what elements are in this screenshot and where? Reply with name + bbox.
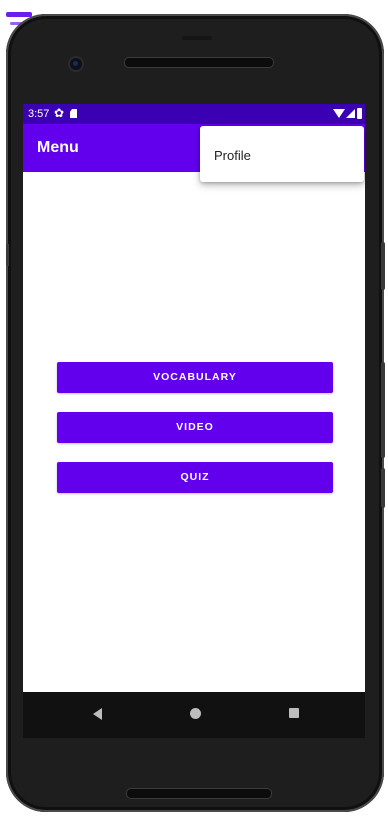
- overflow-menu: Profile: [200, 126, 364, 182]
- sd-card-icon: [70, 109, 77, 118]
- navigation-bar: [23, 692, 365, 738]
- home-icon[interactable]: [190, 708, 201, 719]
- wifi-icon: [333, 109, 345, 118]
- proximity-sensor: [182, 36, 212, 40]
- video-button[interactable]: VIDEO: [57, 412, 333, 443]
- side-button: [381, 468, 385, 508]
- left-side-button: [6, 244, 9, 266]
- battery-icon: [357, 108, 362, 119]
- device-screen: 3:57 ✿ Menu Profile VOCABULARY VIDEO QUI…: [23, 104, 365, 692]
- app-title: Menu: [37, 139, 79, 156]
- status-bar: 3:57 ✿: [23, 104, 365, 124]
- signal-icon: [346, 109, 355, 118]
- power-button: [381, 242, 385, 290]
- quiz-button[interactable]: QUIZ: [57, 462, 333, 493]
- back-icon[interactable]: [93, 708, 102, 720]
- status-time: 3:57: [28, 108, 50, 120]
- gear-icon: ✿: [54, 106, 65, 120]
- stage: 3:57 ✿ Menu Profile VOCABULARY VIDEO QUI…: [0, 0, 388, 816]
- volume-button: [381, 362, 385, 458]
- earpiece-speaker: [124, 57, 274, 68]
- front-camera-icon: [70, 58, 82, 70]
- bottom-speaker: [126, 788, 272, 799]
- vocabulary-button[interactable]: VOCABULARY: [57, 362, 333, 393]
- recent-apps-icon[interactable]: [289, 708, 299, 718]
- corner-accent: [6, 12, 32, 17]
- menu-item-profile[interactable]: Profile: [214, 148, 251, 163]
